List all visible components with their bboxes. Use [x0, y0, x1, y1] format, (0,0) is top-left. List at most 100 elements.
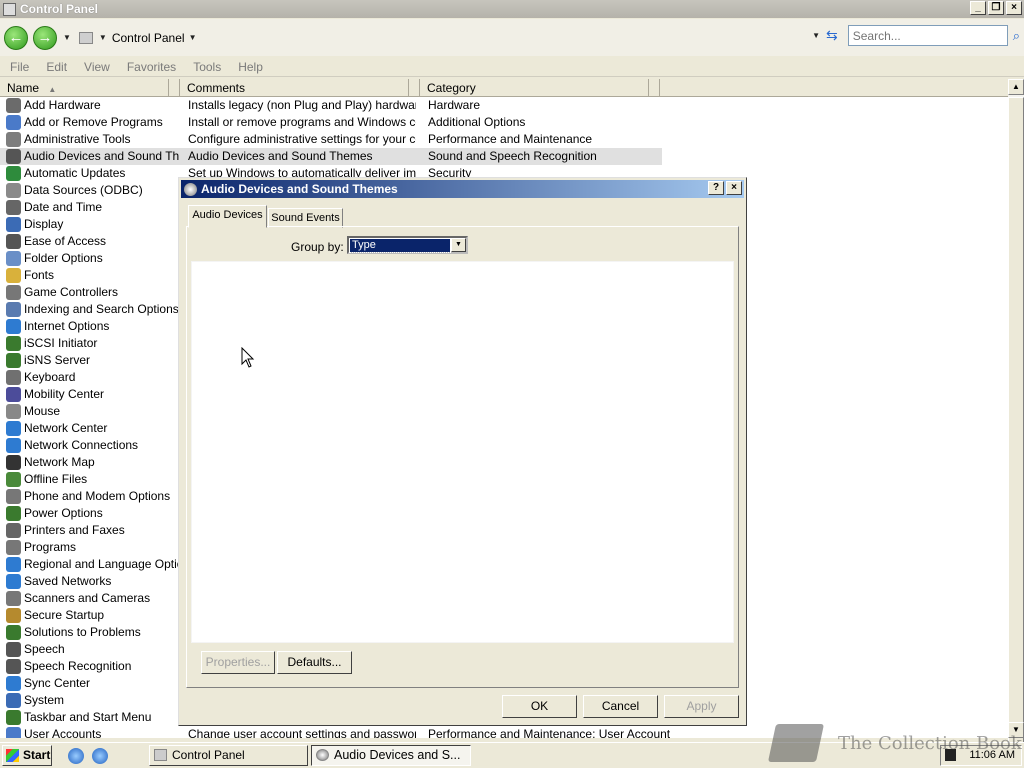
audio-icon — [6, 149, 21, 164]
chevron-down-icon[interactable]: ▼ — [451, 238, 466, 252]
menu-tools[interactable]: Tools — [193, 60, 221, 74]
restore-button[interactable]: ❐ — [988, 1, 1004, 15]
column-header-empty — [660, 79, 1008, 97]
forward-button[interactable]: → — [33, 25, 57, 50]
speech-icon — [6, 642, 21, 657]
tab-sound-events[interactable]: Sound Events — [268, 208, 343, 228]
column-header-comments[interactable]: Comments — [180, 79, 409, 97]
table-row[interactable]: Add or Remove Programs Install or remove … — [0, 114, 1008, 131]
sort-ascending-icon: ▲ — [48, 85, 57, 94]
start-button[interactable]: Start — [2, 745, 52, 766]
row-comment: Configure administrative settings for yo… — [188, 132, 416, 146]
menu-view[interactable]: View — [84, 60, 110, 74]
programs-folder-icon — [6, 540, 21, 555]
ok-button[interactable]: OK — [502, 695, 577, 718]
table-row[interactable]: Administrative Tools Configure administra… — [0, 131, 1008, 148]
search-icon[interactable]: ⌕ — [1013, 28, 1020, 44]
dialog-titlebar[interactable]: Audio Devices and Sound Themes ? × — [181, 180, 744, 198]
search-input[interactable] — [847, 25, 1008, 46]
saved-networks-icon — [6, 574, 21, 589]
row-category: Performance and Maintenance; User Accoun… — [428, 727, 671, 738]
column-divider[interactable] — [169, 79, 180, 97]
window-titlebar[interactable]: Control Panel _ ❐ × — [0, 0, 1024, 18]
audio-icon — [316, 749, 329, 761]
address-history-icon[interactable]: ▼ — [812, 31, 820, 40]
updates-icon — [6, 166, 21, 181]
minimize-button[interactable]: _ — [970, 1, 986, 15]
table-row[interactable]: Add Hardware Installs legacy (non Plug an… — [0, 97, 1008, 114]
row-name: Audio Devices and Sound The... — [24, 149, 179, 163]
cancel-button[interactable]: Cancel — [583, 695, 658, 718]
scroll-down-icon[interactable]: ▼ — [1008, 722, 1024, 738]
apply-button[interactable]: Apply — [664, 695, 739, 718]
quicklaunch-explorer-icon[interactable] — [68, 748, 84, 764]
menu-help[interactable]: Help — [238, 60, 263, 74]
properties-button[interactable]: Properties... — [201, 651, 275, 674]
column-header-category[interactable]: Category — [420, 79, 649, 97]
group-by-label: Group by: — [291, 240, 344, 254]
back-button[interactable]: ← — [4, 25, 28, 50]
audio-devices-panel: Group by: Type ▼ Properties... Defaults.… — [186, 226, 739, 688]
close-button[interactable]: × — [1006, 1, 1022, 15]
row-name: Speech — [24, 642, 65, 656]
row-name: Secure Startup — [24, 608, 105, 622]
table-row[interactable]: User Accounts Change user account setting… — [0, 726, 1008, 738]
dialog-title: Audio Devices and Sound Themes — [201, 182, 398, 196]
network-map-icon — [6, 455, 21, 470]
column-header-name[interactable]: Name ▲ — [0, 79, 169, 97]
folder-icon — [78, 31, 93, 44]
group-by-value[interactable]: Type — [349, 238, 451, 253]
row-name: User Accounts — [24, 727, 102, 738]
navigation-bar: ← → ▼ ▼ Control Panel ▼ ▼ ⇆ ⌕ — [0, 19, 1024, 56]
gamepad-icon — [6, 285, 21, 300]
history-dropdown-icon[interactable]: ▼ — [63, 33, 71, 42]
display-icon — [6, 217, 21, 232]
row-name: Ease of Access — [24, 234, 107, 248]
row-name: System — [24, 693, 65, 707]
row-name: Internet Options — [24, 319, 110, 333]
row-name: Data Sources (ODBC) — [24, 183, 143, 197]
row-comment: Installs legacy (non Plug and Play) hard… — [188, 98, 416, 112]
defaults-button[interactable]: Defaults... — [277, 651, 352, 674]
dialog-close-button[interactable]: × — [726, 181, 742, 195]
admin-tools-icon — [6, 132, 21, 147]
menu-file[interactable]: File — [10, 60, 29, 74]
quicklaunch-ie-icon[interactable] — [92, 748, 108, 764]
row-name: Automatic Updates — [24, 166, 126, 180]
address-dropdown-icon[interactable]: ▼ — [189, 33, 197, 42]
refresh-icon[interactable]: ⇆ — [826, 27, 838, 44]
row-name: Mobility Center — [24, 387, 105, 401]
row-comment: Install or remove programs and Windows c… — [188, 115, 416, 129]
row-name: Power Options — [24, 506, 103, 520]
hardware-icon — [6, 98, 21, 113]
address-control-panel[interactable]: Control Panel — [112, 31, 185, 45]
tab-audio-devices[interactable]: Audio Devices — [188, 205, 267, 228]
vertical-scrollbar[interactable]: ▲ ▼ — [1008, 79, 1024, 751]
row-name: Add Hardware — [24, 98, 101, 112]
chevron-down-icon[interactable]: ▼ — [99, 33, 107, 42]
address-breadcrumb[interactable]: ▼ Control Panel ▼ — [78, 27, 197, 49]
clock[interactable]: 11:06 AM — [969, 746, 1015, 765]
device-list[interactable] — [191, 261, 734, 643]
tray-download-icon[interactable] — [945, 749, 956, 761]
scroll-thumb[interactable] — [1008, 97, 1024, 751]
task-control-panel[interactable]: Control Panel — [149, 745, 308, 766]
column-divider[interactable] — [409, 79, 420, 97]
column-divider[interactable] — [649, 79, 660, 97]
menu-favorites[interactable]: Favorites — [127, 60, 176, 74]
table-row[interactable]: Audio Devices and Sound The... Audio Devi… — [0, 148, 1008, 165]
scroll-up-icon[interactable]: ▲ — [1008, 79, 1024, 95]
clock-icon — [6, 200, 21, 215]
offline-files-icon — [6, 472, 21, 487]
menu-edit[interactable]: Edit — [46, 60, 67, 74]
task-audio-devices[interactable]: Audio Devices and S... — [311, 745, 471, 766]
regional-icon — [6, 557, 21, 572]
row-name: Mouse — [24, 404, 61, 418]
row-name: Network Connections — [24, 438, 139, 452]
group-by-select[interactable]: Type ▼ — [347, 236, 468, 254]
help-button[interactable]: ? — [708, 181, 724, 195]
row-category: Sound and Speech Recognition — [428, 149, 597, 163]
fonts-icon — [6, 268, 21, 283]
row-name: Programs — [24, 540, 77, 554]
row-name: Administrative Tools — [24, 132, 131, 146]
